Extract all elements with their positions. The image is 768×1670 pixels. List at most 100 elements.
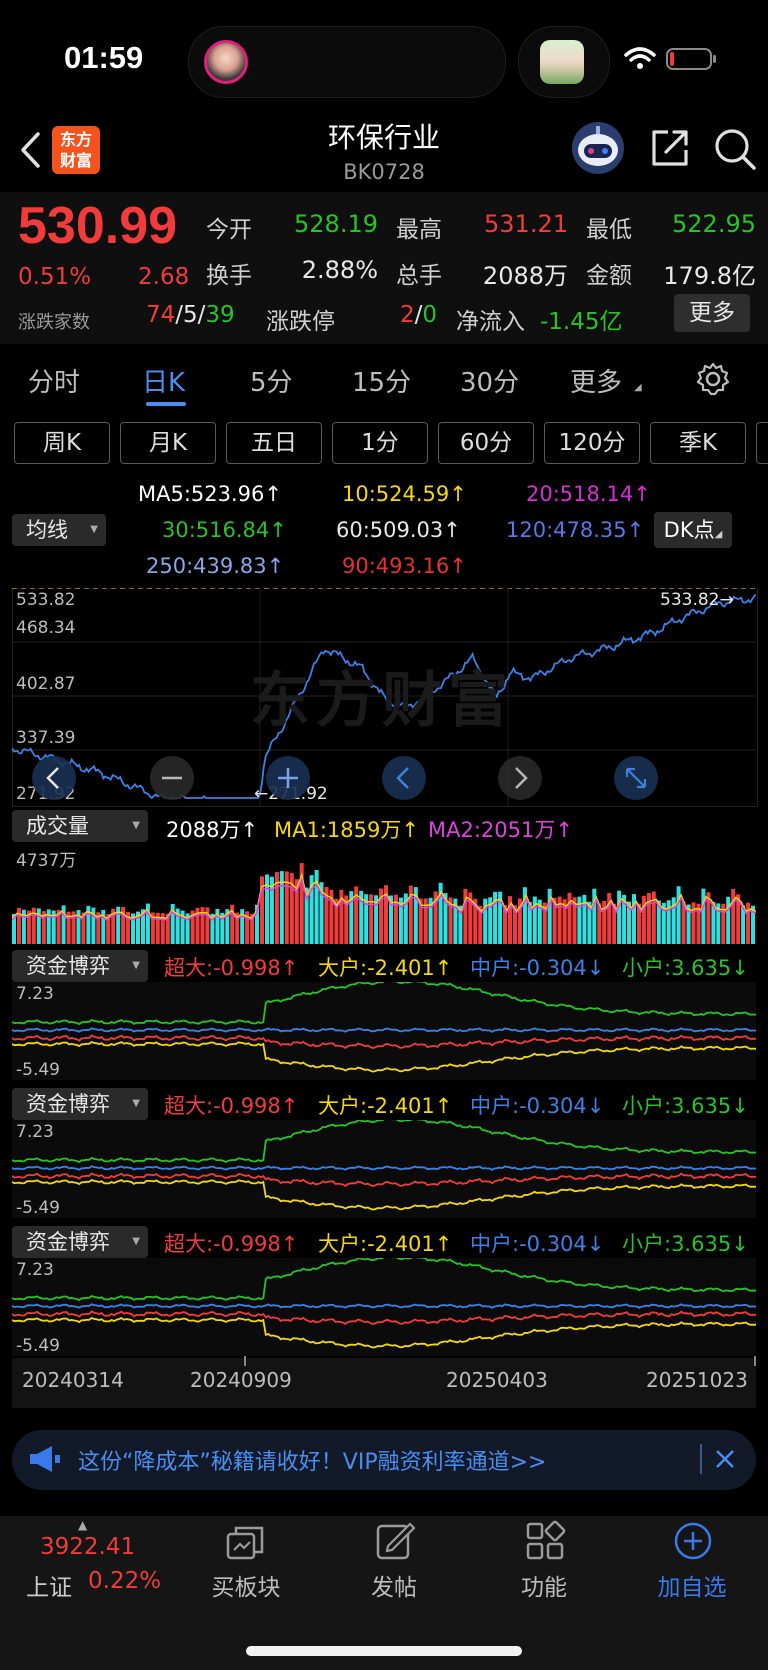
y-label-4: 337.39 bbox=[16, 728, 76, 748]
amount-value: 179.8亿 bbox=[663, 262, 756, 290]
last-price: 530.99 bbox=[18, 197, 178, 255]
robot-assistant-icon[interactable] bbox=[570, 120, 626, 176]
chevron-right-icon bbox=[515, 767, 528, 789]
tab-5min[interactable]: 5分 bbox=[250, 362, 293, 399]
ma90-value: 90:493.16↑ bbox=[342, 554, 467, 578]
capital-y-min: -5.49 bbox=[16, 1198, 60, 1218]
promo-banner-text[interactable]: 这份“降成本”秘籍请收好！VIP融资利率通道>> bbox=[78, 1444, 546, 1476]
zoom-out-button[interactable] bbox=[150, 756, 194, 800]
period-weekly-button[interactable]: 周K bbox=[14, 422, 110, 464]
open-value: 528.19 bbox=[294, 210, 378, 238]
settings-gear-icon[interactable] bbox=[696, 362, 730, 396]
capital-large: 大户:-2.401↑ bbox=[318, 956, 453, 980]
dk-point-button[interactable]: DK点◢ bbox=[654, 512, 732, 548]
arrow-left-icon bbox=[46, 767, 59, 789]
volume-label: 总手 bbox=[396, 263, 442, 289]
apps-grid-icon bbox=[526, 1520, 566, 1560]
high-label: 最高 bbox=[396, 217, 442, 243]
index-name[interactable]: 上证 bbox=[26, 1568, 72, 1602]
ma5-value: MA5:523.96↑ bbox=[138, 482, 282, 506]
period-quarter-button[interactable]: 季K bbox=[650, 422, 746, 464]
ma10-value: 10:524.59↑ bbox=[342, 482, 467, 506]
buy-sector-button[interactable]: 买板块 bbox=[186, 1568, 306, 1602]
capital-flow-chart[interactable] bbox=[12, 1120, 756, 1218]
index-change[interactable]: 0.22% bbox=[88, 1568, 161, 1594]
indicator-selector-volume[interactable]: 成交量 ▼ bbox=[12, 810, 148, 842]
volume-ma1: MA1:1859万↑ bbox=[274, 818, 419, 842]
ma30-value: 30:516.84↑ bbox=[162, 518, 287, 542]
period-60min-button[interactable]: 60分 bbox=[438, 422, 534, 464]
capital-flow-chart[interactable] bbox=[12, 982, 756, 1080]
scroll-right-button[interactable] bbox=[498, 756, 542, 800]
tab-30min[interactable]: 30分 bbox=[460, 362, 519, 399]
volume-selector-label: 成交量 bbox=[26, 814, 89, 838]
period-monthly-button[interactable]: 月K bbox=[120, 422, 216, 464]
capital-selector-label: 资金博弈 bbox=[26, 954, 110, 978]
indicator-selector-capital[interactable]: 资金博弈 ▼ bbox=[12, 950, 148, 982]
capital-y-max: 7.23 bbox=[16, 984, 54, 1004]
tab-more[interactable]: 更多 bbox=[570, 362, 622, 399]
share-icon[interactable] bbox=[648, 126, 692, 170]
capital-small: 小户:3.635↓ bbox=[622, 1232, 749, 1256]
volume-value: 2088万 bbox=[482, 262, 568, 290]
volume-current: 2088万↑ bbox=[166, 818, 259, 842]
limit-up: 2 bbox=[400, 302, 415, 328]
battery-icon bbox=[666, 48, 716, 70]
turnover-label: 换手 bbox=[206, 263, 252, 289]
post-button[interactable]: 发帖 bbox=[334, 1568, 454, 1602]
fullscreen-button[interactable] bbox=[614, 756, 658, 800]
capital-flow-chart[interactable] bbox=[12, 1258, 756, 1356]
close-icon[interactable] bbox=[714, 1448, 736, 1470]
change-percent: 0.51% bbox=[18, 264, 92, 290]
capital-small: 小户:3.635↓ bbox=[622, 1094, 749, 1118]
tab-timeshare[interactable]: 分时 bbox=[28, 362, 80, 399]
x-label-2: 20240909 bbox=[190, 1368, 292, 1392]
dk-caret-icon: ◢ bbox=[714, 529, 723, 540]
indicator-selector-capital[interactable]: 资金博弈 ▼ bbox=[12, 1088, 148, 1120]
x-label-1: 20240314 bbox=[22, 1368, 124, 1392]
scroll-left-button[interactable] bbox=[382, 756, 426, 800]
add-watchlist-button[interactable]: 加自选 bbox=[632, 1568, 752, 1602]
dropdown-caret-icon: ▼ bbox=[132, 820, 140, 831]
buy-sector-icon bbox=[226, 1526, 264, 1560]
index-expand-caret-icon[interactable]: ▲ bbox=[78, 1518, 87, 1532]
x-tick bbox=[754, 1356, 756, 1366]
x-label-3: 20250403 bbox=[446, 1368, 548, 1392]
period-1min-button[interactable]: 1分 bbox=[332, 422, 428, 464]
volume-bar bbox=[731, 889, 736, 944]
limit-down: 0 bbox=[422, 302, 438, 328]
post-edit-icon bbox=[376, 1522, 416, 1560]
indicator-selector-ma[interactable]: 均线 ▼ bbox=[12, 514, 106, 546]
limit-counts: 2/0 bbox=[400, 302, 438, 328]
capital-small: 小户:3.635↓ bbox=[622, 956, 749, 980]
watermark: 东方财富 bbox=[250, 666, 514, 736]
expand-icon bbox=[625, 767, 647, 789]
functions-button[interactable]: 功能 bbox=[484, 1568, 604, 1602]
low-label: 最低 bbox=[586, 217, 632, 243]
capital-medium: 中户:-0.304↓ bbox=[470, 956, 605, 980]
x-label-4: 20251023 bbox=[646, 1368, 748, 1392]
max-price-marker: 533.82→ bbox=[660, 590, 734, 610]
capital-super-large: 超大:-0.998↑ bbox=[164, 1232, 299, 1256]
index-value[interactable]: 3922.41 bbox=[40, 1534, 135, 1560]
more-button[interactable]: 更多 bbox=[674, 294, 750, 332]
volume-bar bbox=[676, 886, 681, 944]
dropdown-caret-icon: ▼ bbox=[132, 1236, 140, 1247]
tab-more-caret-icon: ◢ bbox=[634, 382, 642, 393]
y-label-3: 402.87 bbox=[16, 674, 76, 694]
zoom-in-button[interactable] bbox=[266, 756, 310, 800]
period-120min-button[interactable]: 120分 bbox=[544, 422, 640, 464]
dropdown-caret-icon: ▼ bbox=[90, 524, 98, 535]
ma20-value: 20:518.14↑ bbox=[526, 482, 651, 506]
search-icon[interactable] bbox=[712, 126, 758, 172]
tab-daily-k[interactable]: 日K bbox=[142, 362, 185, 399]
island-avatar bbox=[204, 40, 248, 84]
capital-medium: 中户:-0.304↓ bbox=[470, 1094, 605, 1118]
period-overflow-button[interactable] bbox=[756, 422, 768, 464]
indicator-selector-capital[interactable]: 资金博弈 ▼ bbox=[12, 1226, 148, 1258]
period-5day-button[interactable]: 五日 bbox=[226, 422, 322, 464]
x-tick bbox=[244, 1356, 246, 1366]
scroll-left-fast-button[interactable] bbox=[32, 756, 76, 800]
volume-chart[interactable] bbox=[12, 844, 756, 944]
tab-15min[interactable]: 15分 bbox=[352, 362, 411, 399]
